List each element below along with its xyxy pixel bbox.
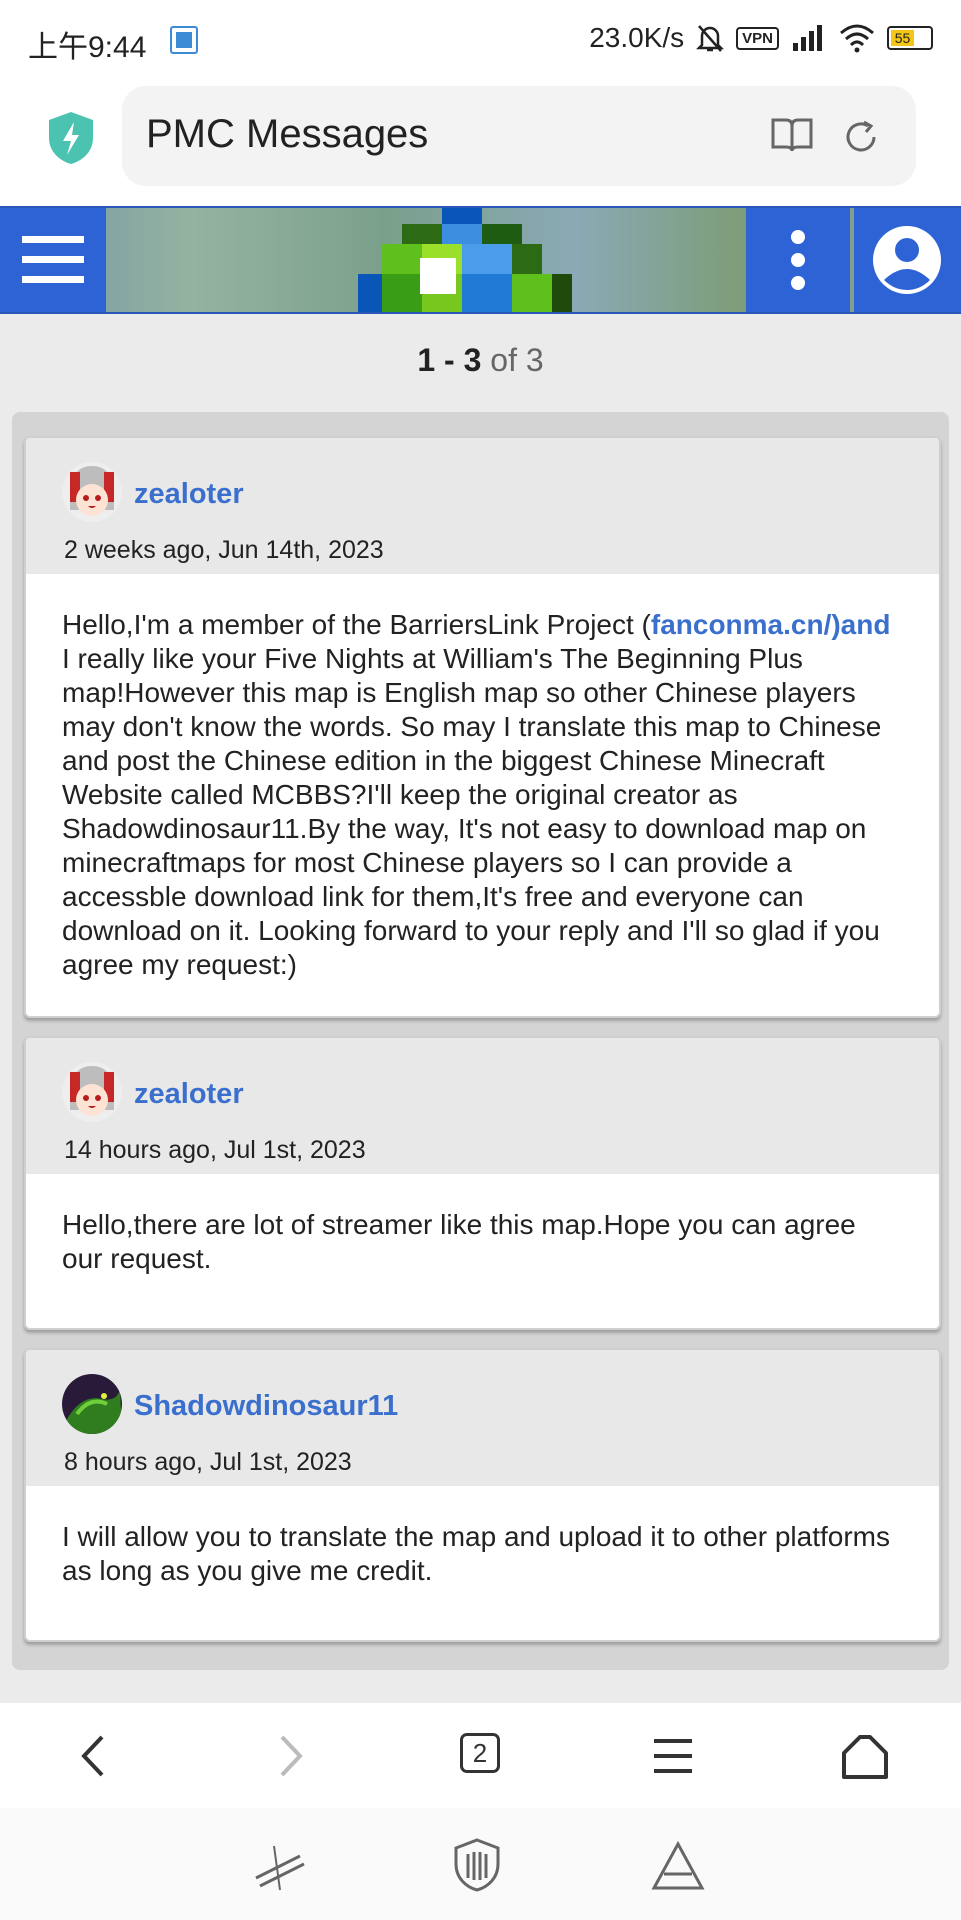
- user-account-icon: [873, 226, 941, 294]
- forward-arrow-icon[interactable]: [262, 1729, 316, 1783]
- message-header: Shadowdinosaur11 8 hours ago, Jul 1st, 2…: [26, 1350, 939, 1486]
- reader-mode-icon[interactable]: [770, 116, 814, 154]
- message-timestamp: 8 hours ago, Jul 1st, 2023: [64, 1448, 352, 1476]
- message-body: Hello,I'm a member of the BarriersLink P…: [26, 574, 939, 1012]
- triangle-logo-icon[interactable]: [650, 1838, 706, 1894]
- message-card: Shadowdinosaur11 8 hours ago, Jul 1st, 2…: [24, 1348, 941, 1642]
- battery-level: 55: [891, 30, 915, 46]
- site-header-banner: [0, 206, 961, 314]
- site-logo[interactable]: [358, 208, 602, 312]
- shield-badge-icon[interactable]: [450, 1836, 504, 1894]
- bell-muted-icon: [696, 25, 725, 52]
- pagination-range: 1 - 3: [417, 342, 482, 378]
- message-timestamp: 2 weeks ago, Jun 14th, 2023: [64, 536, 384, 564]
- page-title[interactable]: PMC Messages: [146, 112, 428, 157]
- message-body: Hello,there are lot of streamer like thi…: [62, 1209, 856, 1274]
- more-options-button[interactable]: [746, 208, 850, 312]
- message-body: I will allow you to translate the map an…: [62, 1521, 890, 1586]
- message-timestamp: 14 hours ago, Jul 1st, 2023: [64, 1136, 366, 1164]
- messages-page: 1 - 3 of 3 zealoter 2 weeks ago, Jun 14t…: [0, 314, 961, 1702]
- hamburger-menu-button[interactable]: [0, 208, 106, 312]
- avatar[interactable]: [62, 1062, 122, 1122]
- pagination-total: of 3: [490, 342, 544, 378]
- message-thread: zealoter 2 weeks ago, Jun 14th, 2023 Hel…: [12, 412, 949, 1670]
- message-text: Hello,I'm a member of the BarriersLink P…: [62, 609, 651, 640]
- avatar[interactable]: [62, 462, 122, 522]
- pagination-counter: 1 - 3 of 3: [0, 342, 961, 379]
- author-link[interactable]: zealoter: [134, 1078, 244, 1111]
- user-account-button[interactable]: [854, 208, 961, 312]
- status-bar: 上午9:44 23.0K/s VPN 55: [0, 0, 961, 80]
- home-icon[interactable]: [838, 1729, 892, 1783]
- browser-bottom-nav: 2: [0, 1702, 961, 1807]
- back-arrow-icon[interactable]: [68, 1729, 122, 1783]
- browser-toolbar: PMC Messages: [0, 80, 961, 206]
- signal-icon: [793, 25, 822, 51]
- swipe-gesture-icon[interactable]: [250, 1838, 306, 1894]
- battery-icon: 55: [887, 26, 933, 50]
- notification-app-icon: [170, 26, 198, 54]
- vpn-badge: VPN: [736, 26, 779, 50]
- system-nav-bar: [0, 1808, 961, 1920]
- address-bar[interactable]: PMC Messages: [122, 86, 916, 186]
- status-indicators: 23.0K/s VPN 55: [589, 22, 933, 54]
- message-card: zealoter 14 hours ago, Jul 1st, 2023 Hel…: [24, 1036, 941, 1330]
- network-speed: 23.0K/s: [589, 22, 685, 53]
- wifi-icon: [840, 24, 874, 53]
- reload-icon[interactable]: [840, 116, 882, 158]
- author-link[interactable]: zealoter: [134, 478, 244, 511]
- message-card: zealoter 2 weeks ago, Jun 14th, 2023 Hel…: [24, 436, 941, 1018]
- tabs-button[interactable]: 2: [460, 1733, 500, 1773]
- avatar[interactable]: [62, 1374, 122, 1434]
- menu-lines-icon[interactable]: [646, 1729, 700, 1783]
- message-header: zealoter 2 weeks ago, Jun 14th, 2023: [26, 438, 939, 574]
- security-shield-icon[interactable]: [46, 110, 96, 166]
- inline-link[interactable]: fanconma.cn/)and: [651, 609, 891, 640]
- author-link[interactable]: Shadowdinosaur11: [134, 1390, 398, 1423]
- message-text: I really like your Five Nights at Willia…: [62, 643, 882, 980]
- message-header: zealoter 14 hours ago, Jul 1st, 2023: [26, 1038, 939, 1174]
- status-time: 上午9:44: [28, 31, 147, 64]
